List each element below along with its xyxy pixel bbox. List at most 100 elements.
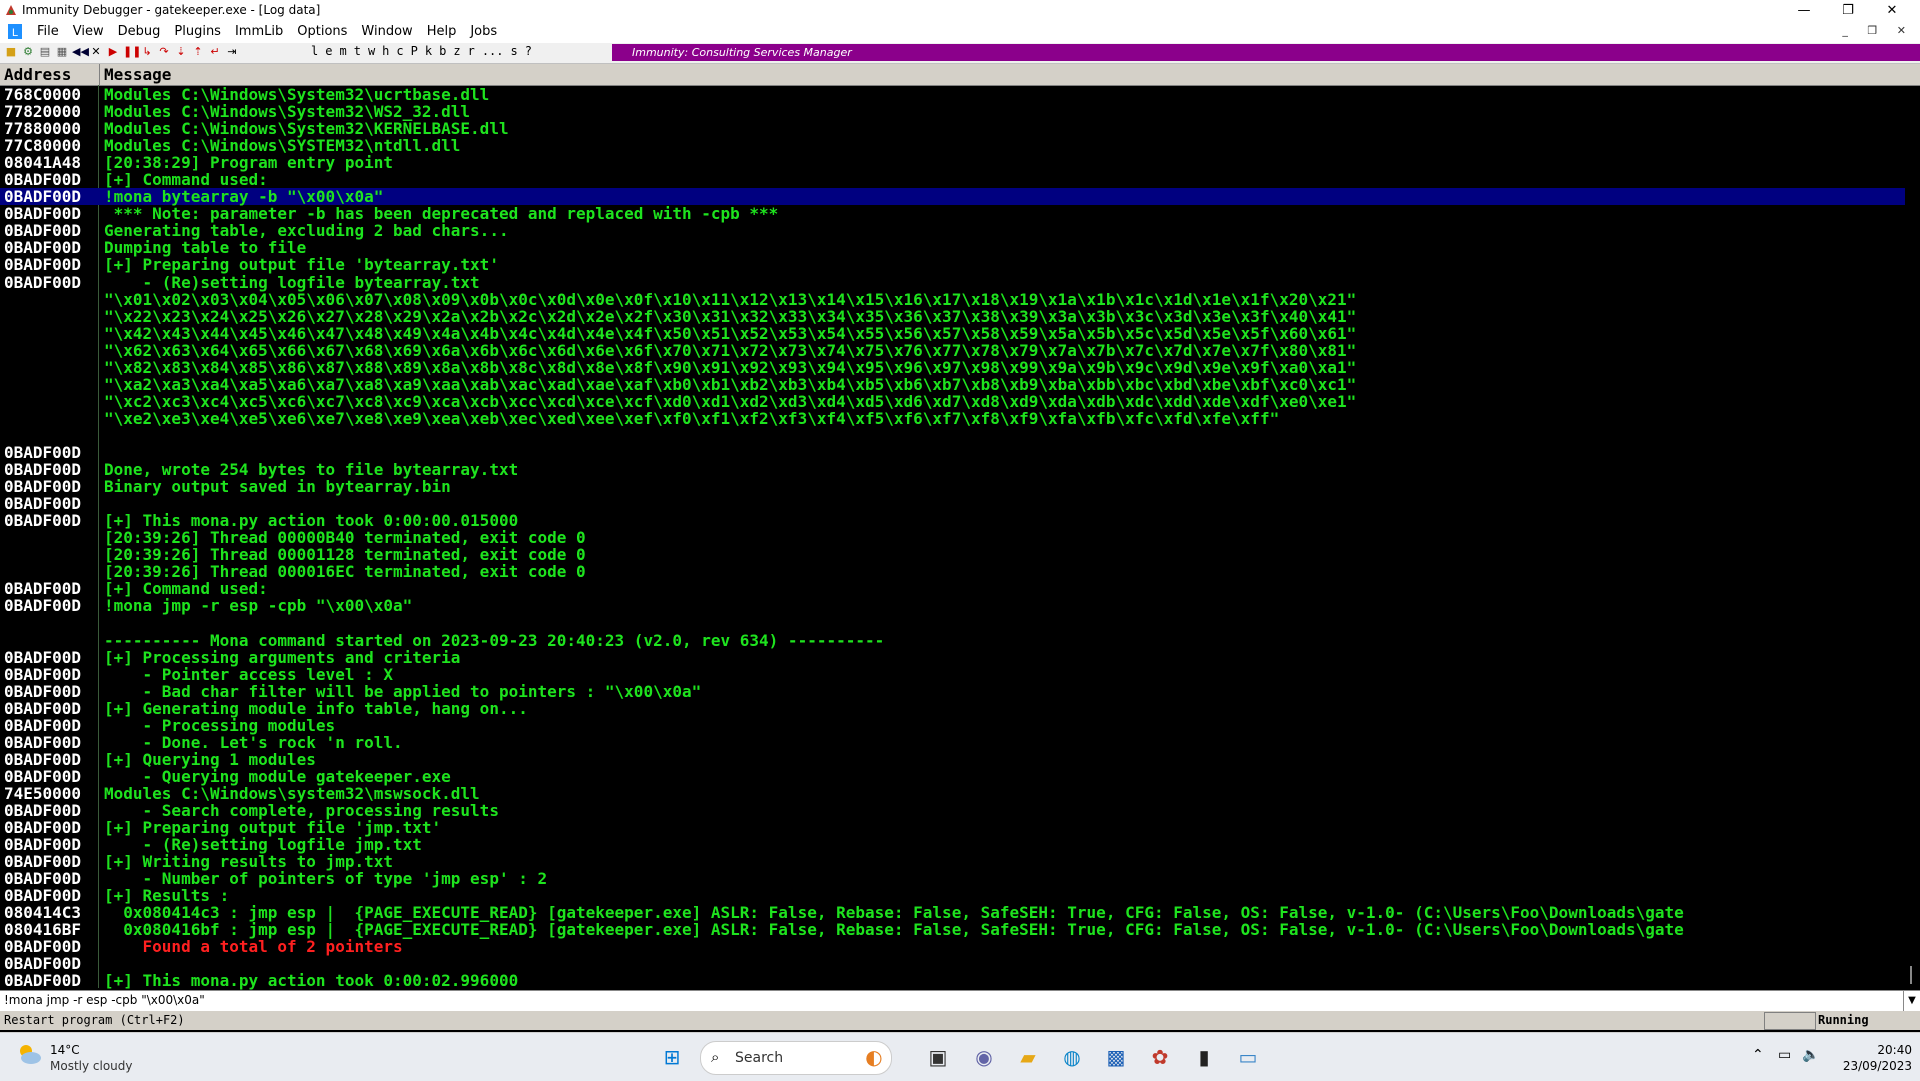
log-row[interactable]: 080414C3 0x080414c3 : jmp esp | {PAGE_EX… (0, 904, 1905, 921)
log-row[interactable]: "\xa2\xa3\xa4\xa5\xa6\xa7\xa8\xa9\xaa\xa… (0, 376, 1905, 393)
log-row[interactable]: 0BADF00D (0, 444, 1905, 461)
log-row[interactable]: 0BADF00D - Pointer access level : X (0, 666, 1905, 683)
edge-icon[interactable]: ◍ (1056, 1041, 1088, 1073)
log-row[interactable] (0, 614, 1905, 631)
scrollbar[interactable] (1905, 86, 1920, 988)
window-button[interactable]: m (339, 44, 346, 58)
window-button[interactable]: P (411, 44, 418, 58)
minimize-button[interactable]: — (1782, 0, 1826, 21)
trace-into-icon[interactable]: ⇣ (174, 45, 188, 59)
log-row[interactable]: ---------- Mona command started on 2023-… (0, 632, 1905, 649)
window-button[interactable]: w (368, 44, 375, 58)
log-row[interactable]: 0BADF00D - (Re)setting logfile jmp.txt (0, 836, 1905, 853)
log-row[interactable]: 0BADF00D [+] Command used: (0, 171, 1905, 188)
attach-icon[interactable]: ⚙ (21, 45, 35, 59)
log-row[interactable]: 0BADF00D !mona jmp -r esp -cpb "\x00\x0a" (0, 597, 1905, 614)
trace-over-icon[interactable]: ⇡ (191, 45, 205, 59)
log-row[interactable]: 0BADF00D - Processing modules (0, 717, 1905, 734)
immunity-debugger-taskbar-icon[interactable]: ✿ (1144, 1041, 1176, 1073)
log-row[interactable]: 74E50000 Modules C:\Windows\system32\msws… (0, 785, 1905, 802)
log-row[interactable]: 0BADF00D (0, 955, 1905, 972)
log-row[interactable]: 0BADF00D [+] Querying 1 modules (0, 751, 1905, 768)
window-button[interactable]: b (439, 44, 446, 58)
window-button[interactable]: k (425, 44, 432, 58)
log-row[interactable]: 0BADF00D Binary output saved in bytearray… (0, 478, 1905, 495)
stop-icon[interactable]: ✕ (89, 45, 103, 59)
log-row[interactable]: "\x42\x43\x44\x45\x46\x47\x48\x49\x4a\x4… (0, 325, 1905, 342)
window-button[interactable]: l (311, 44, 318, 58)
window-button[interactable]: ? (525, 44, 532, 58)
log-row[interactable]: 080416BF 0x080416bf : jmp esp | {PAGE_EX… (0, 921, 1905, 938)
log-row[interactable]: 77880000 Modules C:\Windows\System32\KERN… (0, 120, 1905, 137)
menu-immlib[interactable]: ImmLib (228, 21, 290, 43)
window-button[interactable]: h (382, 44, 389, 58)
volume-icon[interactable]: 🔈 (1802, 1047, 1819, 1063)
log-window-icon[interactable]: L (8, 24, 22, 39)
log-row[interactable]: 0BADF00D - Done. Let's rock 'n roll. (0, 734, 1905, 751)
log-row[interactable]: 0BADF00D Generating table, excluding 2 ba… (0, 222, 1905, 239)
clock[interactable]: 20:40 23/09/2023 (1832, 1041, 1912, 1073)
close-button[interactable]: ✕ (1870, 0, 1914, 21)
log-row[interactable]: [20:39:26] Thread 00001128 terminated, e… (0, 546, 1905, 563)
log-row[interactable]: "\x22\x23\x24\x25\x26\x27\x28\x29\x2a\x2… (0, 308, 1905, 325)
rewind-icon[interactable]: ◀◀ (72, 45, 89, 59)
window-button[interactable]: r (468, 44, 475, 58)
goto-icon[interactable]: ⇥ (225, 45, 239, 59)
task-view-icon[interactable]: ▣ (922, 1041, 954, 1073)
log-row[interactable]: 77820000 Modules C:\Windows\System32\WS2_… (0, 103, 1905, 120)
consulting-banner[interactable]: Immunity: Consulting Services Manager (612, 44, 1920, 61)
menu-options[interactable]: Options (290, 21, 354, 43)
window-button[interactable]: e (325, 44, 332, 58)
window-button[interactable]: s (511, 44, 518, 58)
log-row[interactable]: 0BADF00D *** Note: parameter -b has been… (0, 205, 1905, 222)
log-row[interactable]: 0BADF00D - Number of pointers of type 'j… (0, 870, 1905, 887)
menu-plugins[interactable]: Plugins (167, 21, 228, 43)
log-row[interactable]: 0BADF00D (0, 495, 1905, 512)
menu-file[interactable]: File (30, 21, 66, 43)
log-row[interactable]: "\x62\x63\x64\x65\x66\x67\x68\x69\x6a\x6… (0, 342, 1905, 359)
log-row[interactable]: 0BADF00D [+] Generating module info table… (0, 700, 1905, 717)
menu-window[interactable]: Window (354, 21, 419, 43)
log-row[interactable]: 0BADF00D - Querying module gatekeeper.ex… (0, 768, 1905, 785)
menu-view[interactable]: View (66, 21, 111, 43)
log-row[interactable]: 0BADF00D [+] Command used: (0, 580, 1905, 597)
log-row[interactable] (0, 427, 1905, 444)
menu-help[interactable]: Help (420, 21, 464, 43)
pattern-icon[interactable]: ▦ (55, 45, 69, 59)
network-icon[interactable]: ▭ (1778, 1047, 1791, 1063)
log-row[interactable]: 0BADF00D [+] Writing results to jmp.txt (0, 853, 1905, 870)
log-row[interactable]: 77C80000 Modules C:\Windows\SYSTEM32\ntdl… (0, 137, 1905, 154)
remote-desktop-icon[interactable]: ▭ (1232, 1041, 1264, 1073)
maximize-button[interactable]: ❐ (1826, 0, 1870, 21)
window-button[interactable]: c (396, 44, 403, 58)
file-explorer-icon[interactable]: ▰ (1012, 1041, 1044, 1073)
log-row[interactable]: 0BADF00D [+] Preparing output file 'jmp.t… (0, 819, 1905, 836)
mdi-controls[interactable]: _ ❐ ✕ (1842, 24, 1914, 37)
step-into-icon[interactable]: ↳ (140, 45, 154, 59)
log-row[interactable]: [20:39:26] Thread 00000B40 terminated, e… (0, 529, 1905, 546)
log-row[interactable]: 08041A48 [20:38:29] Program entry point (0, 154, 1905, 171)
chat-icon[interactable]: ◉ (968, 1041, 1000, 1073)
log-row[interactable]: 0BADF00D Dumping table to file (0, 239, 1905, 256)
terminal-icon[interactable]: ▮ (1188, 1041, 1220, 1073)
log-row[interactable]: 0BADF00D [+] This mona.py action took 0:0… (0, 972, 1905, 989)
search-highlight-icon[interactable]: ◐ (858, 1041, 890, 1073)
log-row[interactable]: "\x82\x83\x84\x85\x86\x87\x88\x89\x8a\x8… (0, 359, 1905, 376)
log-row[interactable]: "\xe2\xe3\xe4\xe5\xe6\xe7\xe8\xe9\xea\xe… (0, 410, 1905, 427)
start-icon[interactable]: ⊞ (656, 1041, 688, 1073)
log-row[interactable]: 0BADF00D - (Re)setting logfile bytearray… (0, 274, 1905, 291)
log-row[interactable]: 0BADF00D - Search complete, processing r… (0, 802, 1905, 819)
log-row[interactable]: 0BADF00D Found a total of 2 pointers (0, 938, 1905, 955)
menu-debug[interactable]: Debug (111, 21, 168, 43)
log-row[interactable]: 0BADF00D [+] Results : (0, 887, 1905, 904)
store-icon[interactable]: ▩ (1100, 1041, 1132, 1073)
window-button[interactable]: t (354, 44, 361, 58)
log-row[interactable]: "\x01\x02\x03\x04\x05\x06\x07\x08\x09\x0… (0, 291, 1905, 308)
window-button[interactable]: ... (482, 44, 504, 58)
log-row[interactable]: 768C0000 Modules C:\Windows\System32\ucrt… (0, 86, 1905, 103)
address-column-header[interactable]: Address (0, 64, 100, 85)
window-button[interactable]: z (453, 44, 460, 58)
log-row[interactable]: 0BADF00D [+] Processing arguments and cri… (0, 649, 1905, 666)
chevron-up-icon[interactable]: ⌃ (1752, 1047, 1764, 1063)
step-over-icon[interactable]: ↷ (157, 45, 171, 59)
